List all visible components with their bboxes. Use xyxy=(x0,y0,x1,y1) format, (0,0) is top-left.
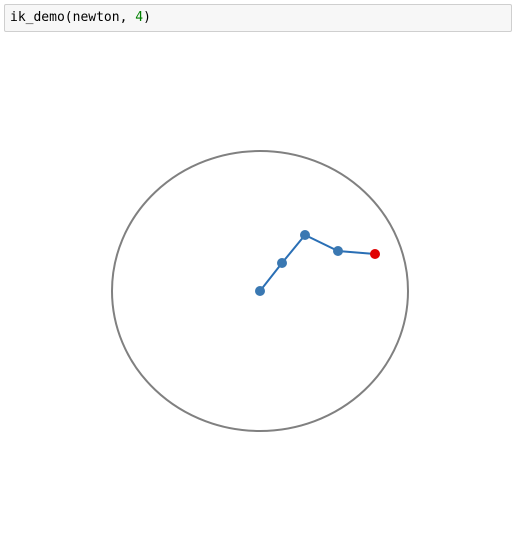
output-figure xyxy=(111,150,409,432)
joint-base xyxy=(255,286,265,296)
joint-2 xyxy=(300,230,310,240)
joint-3 xyxy=(333,246,343,256)
joint-1 xyxy=(277,258,287,268)
target-point xyxy=(370,249,380,259)
